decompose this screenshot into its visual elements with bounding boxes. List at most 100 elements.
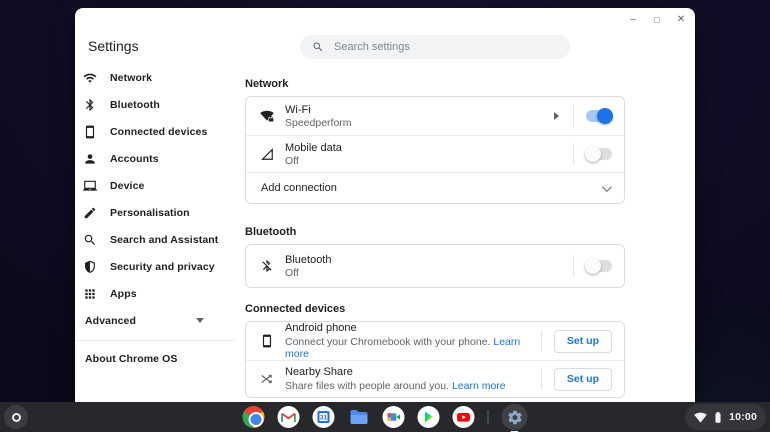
sidebar-item-label: Connected devices: [110, 126, 207, 138]
subpage-arrow-icon: [554, 112, 559, 120]
row-separator: [573, 143, 574, 165]
nearby-share-set-up-button[interactable]: Set up: [554, 368, 612, 391]
wifi-lock-icon: [259, 108, 275, 124]
sidebar-item-bluetooth[interactable]: Bluetooth: [75, 91, 245, 118]
shield-icon: [82, 259, 98, 275]
smartphone-icon: [259, 333, 275, 349]
bluetooth-row[interactable]: Bluetooth Off: [246, 245, 624, 287]
sidebar-item-apps[interactable]: Apps: [75, 280, 245, 307]
nearby-share-icon: [259, 371, 275, 387]
shelf-apps: 31: [243, 402, 528, 432]
bluetooth-section-heading: Bluetooth: [245, 226, 625, 238]
search-settings-input[interactable]: Search settings: [300, 35, 570, 59]
search-placeholder: Search settings: [334, 41, 410, 53]
shelf-app-settings[interactable]: [502, 404, 528, 430]
sidebar-item-security-privacy[interactable]: Security and privacy: [75, 253, 245, 280]
sidebar-item-label: Device: [110, 180, 144, 192]
sidebar-item-label: Network: [110, 72, 152, 84]
settings-window: – □ ✕ Settings Network: [75, 8, 695, 403]
bluetooth-disabled-icon: [259, 258, 275, 274]
row-separator: [573, 105, 574, 127]
bluetooth-subtitle: Off: [285, 267, 573, 279]
sidebar-divider: [75, 340, 235, 341]
shelf: 31: [0, 402, 770, 432]
laptop-icon: [82, 178, 98, 194]
settings-sidebar: Settings Network Bluetooth: [75, 8, 245, 403]
add-connection-label: Add connection: [261, 182, 337, 194]
shelf-separator: [488, 410, 489, 424]
files-folder-icon: [348, 406, 370, 428]
sidebar-item-label: Security and privacy: [110, 261, 215, 273]
sidebar-item-about-chrome-os[interactable]: About Chrome OS: [75, 345, 245, 372]
sidebar-item-search-assistant[interactable]: Search and Assistant: [75, 226, 245, 253]
wifi-row[interactable]: Wi-Fi Speedperform: [246, 97, 624, 135]
clock-label: 10:00: [729, 411, 757, 423]
android-phone-row: Android phone Connect your Chromebook wi…: [246, 322, 624, 360]
shelf-app-youtube[interactable]: [453, 406, 475, 428]
youtube-icon: [453, 406, 475, 428]
bluetooth-toggle[interactable]: [586, 260, 612, 272]
mobile-data-row[interactable]: Mobile data Off: [246, 135, 624, 172]
bluetooth-card: Bluetooth Off: [245, 244, 625, 288]
chrome-icon: [243, 406, 265, 428]
shelf-app-play-store[interactable]: [418, 406, 440, 428]
shelf-app-files[interactable]: [348, 406, 370, 428]
pen-icon: [82, 205, 98, 221]
android-phone-title: Android phone: [285, 322, 541, 334]
calendar-icon: 31: [313, 406, 335, 428]
cellular-signal-icon: [259, 146, 275, 162]
wifi-subtitle: Speedperform: [285, 117, 554, 129]
wifi-icon: [694, 411, 707, 424]
apps-grid-icon: [82, 286, 98, 302]
nearby-share-description: Share files with people around you. Lear…: [285, 380, 541, 392]
maximize-button[interactable]: □: [649, 12, 665, 28]
launcher-icon: [12, 413, 21, 422]
wifi-toggle[interactable]: [586, 110, 612, 122]
search-icon: [82, 232, 98, 248]
row-separator: [541, 330, 542, 352]
close-button[interactable]: ✕: [673, 12, 689, 28]
desktop-wallpaper: – □ ✕ Settings Network: [0, 0, 770, 432]
shelf-app-chrome[interactable]: [243, 406, 265, 428]
learn-more-link[interactable]: Learn more: [452, 380, 506, 392]
sidebar-item-label: Apps: [110, 288, 137, 300]
meet-camera-icon: [383, 406, 405, 428]
connected-devices-card: Android phone Connect your Chromebook wi…: [245, 321, 625, 398]
minimize-button[interactable]: –: [625, 12, 641, 28]
sidebar-item-label: Accounts: [110, 153, 159, 165]
settings-gear-icon: [502, 404, 528, 430]
svg-text:31: 31: [320, 415, 328, 422]
window-controls: – □ ✕: [625, 12, 689, 28]
description-text: Share files with people around you.: [285, 380, 452, 392]
caret-down-icon: [196, 318, 204, 323]
bluetooth-title: Bluetooth: [285, 254, 573, 266]
mobile-data-toggle[interactable]: [586, 148, 612, 160]
sidebar-item-label: Personalisation: [110, 207, 190, 219]
status-tray[interactable]: 10:00: [685, 404, 766, 430]
nearby-share-row: Nearby Share Share files with people aro…: [246, 360, 624, 397]
window-titlebar[interactable]: – □ ✕: [75, 8, 695, 34]
sidebar-item-accounts[interactable]: Accounts: [75, 145, 245, 172]
shelf-app-calendar[interactable]: 31: [313, 406, 335, 428]
sidebar-nav: Network Bluetooth Connected devices: [75, 64, 245, 372]
settings-main: Search settings Network: [245, 8, 695, 403]
chevron-down-icon: [602, 182, 612, 192]
gmail-icon: [278, 406, 300, 428]
sidebar-item-advanced[interactable]: Advanced: [75, 307, 245, 334]
android-phone-set-up-button[interactable]: Set up: [554, 330, 612, 353]
play-store-icon: [418, 406, 440, 428]
add-connection-row[interactable]: Add connection: [246, 172, 624, 203]
row-separator: [541, 368, 542, 390]
sidebar-item-device[interactable]: Device: [75, 172, 245, 199]
description-text: Connect your Chromebook with your phone.: [285, 336, 493, 348]
launcher-button[interactable]: [4, 405, 28, 429]
shelf-app-gmail[interactable]: [278, 406, 300, 428]
sidebar-item-personalisation[interactable]: Personalisation: [75, 199, 245, 226]
shelf-app-meet[interactable]: [383, 406, 405, 428]
sidebar-item-label: Bluetooth: [110, 99, 160, 111]
sidebar-item-connected-devices[interactable]: Connected devices: [75, 118, 245, 145]
search-icon: [312, 41, 324, 53]
sidebar-item-network[interactable]: Network: [75, 64, 245, 91]
connected-devices-section-heading: Connected devices: [245, 303, 625, 315]
wifi-title: Wi-Fi: [285, 104, 554, 116]
